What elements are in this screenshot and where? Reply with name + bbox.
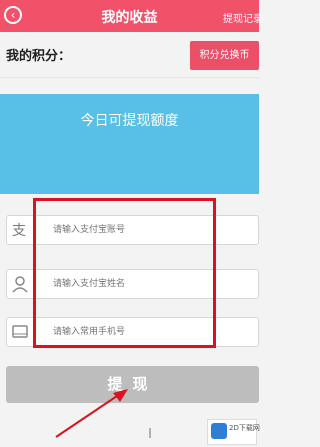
watermark-text: 2D下载网	[229, 424, 260, 432]
annotation-arrow-icon	[55, 389, 128, 438]
watermark: 2D下载网	[207, 419, 260, 445]
nav-indicator-icon	[149, 428, 151, 438]
watermark-logo-icon	[211, 423, 227, 439]
